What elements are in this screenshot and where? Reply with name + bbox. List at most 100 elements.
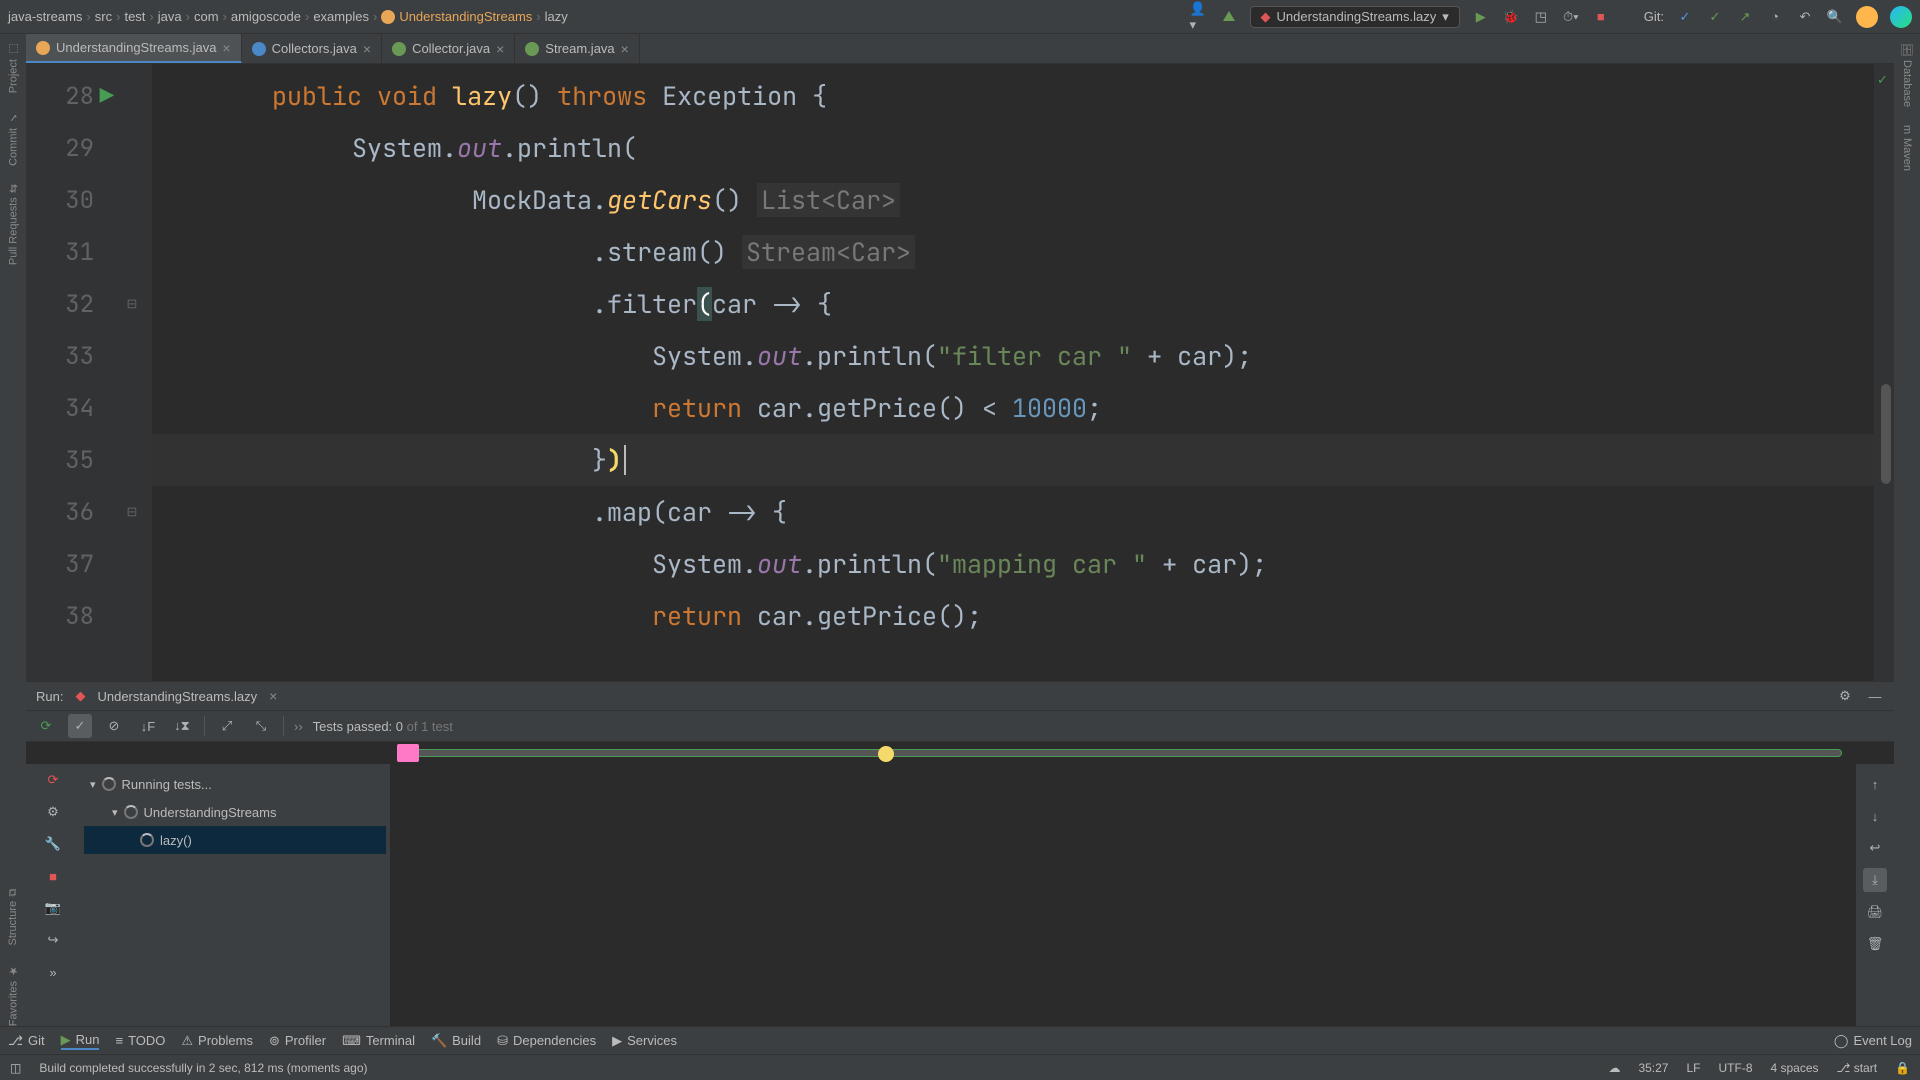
status-line-sep[interactable]: LF	[1686, 1061, 1700, 1075]
fold-cell[interactable]	[112, 434, 152, 486]
status-open-icon[interactable]: ◫	[10, 1061, 21, 1075]
crumb[interactable]: test	[124, 9, 145, 24]
code-line[interactable]: return car.getPrice();	[152, 590, 1874, 642]
fold-cell[interactable]: ⊟	[112, 278, 152, 330]
code-line[interactable]: System.out.println(	[152, 122, 1874, 174]
crumb-method[interactable]: lazy	[545, 9, 568, 24]
bottom-terminal[interactable]: ⌨ Terminal	[342, 1033, 415, 1049]
stop-icon[interactable]: ■	[41, 864, 65, 888]
status-caret-pos[interactable]: 35:27	[1638, 1061, 1668, 1075]
code-line[interactable]: public void lazy() throws Exception {	[152, 70, 1874, 122]
event-log[interactable]: ◯ Event Log	[1834, 1033, 1912, 1049]
close-icon[interactable]: ×	[269, 688, 277, 704]
print-icon[interactable]: 🖨	[1863, 900, 1887, 924]
minimize-icon[interactable]: —	[1866, 687, 1884, 705]
run-icon[interactable]: ▶	[1472, 8, 1490, 26]
close-icon[interactable]: ×	[496, 41, 504, 57]
avatar2[interactable]	[1890, 6, 1912, 28]
tool-maven[interactable]: m Maven	[1901, 125, 1913, 171]
crumb[interactable]: java-streams	[8, 9, 82, 24]
run-config-dropdown[interactable]: ◆ UnderstandingStreams.lazy ▾	[1250, 6, 1460, 28]
crumb-class[interactable]: UnderstandingStreams	[399, 9, 532, 24]
fold-cell[interactable]: ⊟	[112, 486, 152, 538]
close-icon[interactable]: ×	[363, 41, 371, 57]
bottom-build[interactable]: 🔨 Build	[431, 1033, 481, 1049]
toggle-passed-icon[interactable]: ✓	[68, 714, 92, 738]
git-commit-icon[interactable]: ✓	[1706, 8, 1724, 26]
fold-cell[interactable]	[112, 538, 152, 590]
bottom-run[interactable]: ▶ Run	[61, 1032, 100, 1050]
crumb[interactable]: java	[158, 9, 182, 24]
status-git-branch[interactable]: ⎇ start	[1837, 1061, 1878, 1075]
clear-icon[interactable]: 🗑	[1863, 932, 1887, 956]
tree-class[interactable]: ▾ UnderstandingStreams	[84, 798, 386, 826]
bottom-todo[interactable]: ≡ TODO	[115, 1033, 165, 1048]
status-lock-icon[interactable]: 🔒	[1895, 1061, 1910, 1075]
close-icon[interactable]: ×	[621, 41, 629, 57]
build-icon[interactable]	[1220, 8, 1238, 26]
bottom-problems[interactable]: ⚠ Problems	[181, 1033, 253, 1049]
fold-cell[interactable]	[112, 382, 152, 434]
tool-database[interactable]: 🗄 Database	[1901, 42, 1914, 107]
toggle-ignored-icon[interactable]: ⊘	[102, 714, 126, 738]
code-line[interactable]: return car.getPrice() < 10000;	[152, 382, 1874, 434]
scrollbar-thumb[interactable]	[1881, 384, 1891, 484]
git-pull-icon[interactable]: ✓	[1676, 8, 1694, 26]
editor[interactable]: 28▶29303132333435363738 ⊟⊟ public void l…	[26, 64, 1894, 681]
fold-cell[interactable]	[112, 590, 152, 642]
fold-cell[interactable]	[112, 330, 152, 382]
soft-wrap-icon[interactable]: ↩	[1863, 836, 1887, 860]
bottom-git[interactable]: ⎇ Git	[8, 1033, 45, 1049]
stop-icon[interactable]: ■	[1592, 8, 1610, 26]
tree-method[interactable]: lazy()	[84, 826, 386, 854]
sort-icon[interactable]: ↓F	[136, 714, 160, 738]
profile-icon[interactable]: ⏱▾	[1562, 8, 1580, 26]
fold-cell[interactable]	[112, 122, 152, 174]
expand-all-icon[interactable]: ⤢	[215, 714, 239, 738]
fold-cell[interactable]	[112, 174, 152, 226]
close-icon[interactable]: ×	[222, 40, 230, 56]
crumb[interactable]: examples	[313, 9, 369, 24]
search-icon[interactable]: 🔍	[1826, 8, 1844, 26]
more-icon[interactable]: »	[41, 960, 65, 984]
code-line[interactable]: System.out.println("mapping car " + car)…	[152, 538, 1874, 590]
code-line[interactable]: .stream() Stream<Car>	[152, 226, 1874, 278]
status-indent[interactable]: 4 spaces	[1771, 1061, 1819, 1075]
git-history-icon[interactable]: ◔	[1766, 8, 1784, 26]
code-line[interactable]: .map(car -> {	[152, 486, 1874, 538]
status-ide-icon[interactable]: ☁	[1608, 1061, 1620, 1075]
down-icon[interactable]: ↓	[1863, 804, 1887, 828]
tab-stream[interactable]: Stream.java ×	[515, 34, 640, 63]
tool-commit[interactable]: Commit ✓	[7, 111, 20, 166]
rerun-failed-icon[interactable]: ⟳	[41, 768, 65, 792]
run-gutter-icon[interactable]: ▶	[100, 81, 114, 112]
tool-structure[interactable]: Structure ⧉	[7, 889, 19, 946]
debug-icon[interactable]: 🐞	[1502, 8, 1520, 26]
code-area[interactable]: public void lazy() throws Exception {Sys…	[152, 64, 1874, 681]
code-line[interactable]: .filter(car -> {	[152, 278, 1874, 330]
fold-cell[interactable]	[112, 226, 152, 278]
bottom-dependencies[interactable]: ⛁ Dependencies	[497, 1033, 596, 1049]
tool-favorites[interactable]: Favorites ★	[7, 964, 20, 1026]
git-revert-icon[interactable]: ↶	[1796, 8, 1814, 26]
add-user-icon[interactable]: 👤▾	[1190, 8, 1208, 26]
code-line[interactable]: MockData.getCars() List<Car>	[152, 174, 1874, 226]
gear-icon[interactable]: ⚙	[1836, 687, 1854, 705]
tab-collector[interactable]: Collector.java ×	[382, 34, 515, 63]
crumb[interactable]: amigoscode	[231, 9, 301, 24]
collapse-all-icon[interactable]: ⤡	[249, 714, 273, 738]
output-area[interactable]	[390, 764, 1856, 1026]
code-line[interactable]: System.out.println("filter car " + car);	[152, 330, 1874, 382]
crumb[interactable]: com	[194, 9, 219, 24]
git-push-icon[interactable]: ↗	[1736, 8, 1754, 26]
test-tree[interactable]: ▾ Running tests... ▾ UnderstandingStream…	[80, 764, 390, 1026]
fold-cell[interactable]	[112, 70, 152, 122]
up-icon[interactable]: ↑	[1863, 772, 1887, 796]
avatar[interactable]	[1856, 6, 1878, 28]
tab-understandingstreams[interactable]: UnderstandingStreams.java ×	[26, 34, 242, 63]
scroll-to-end-icon[interactable]: ⤓	[1863, 868, 1887, 892]
tool-pull-requests[interactable]: Pull Requests ⇆	[7, 184, 20, 265]
bottom-profiler[interactable]: ⊚ Profiler	[269, 1033, 326, 1049]
screenshot-icon[interactable]: 📷	[41, 896, 65, 920]
toggle-auto-icon[interactable]: ⚙	[41, 800, 65, 824]
